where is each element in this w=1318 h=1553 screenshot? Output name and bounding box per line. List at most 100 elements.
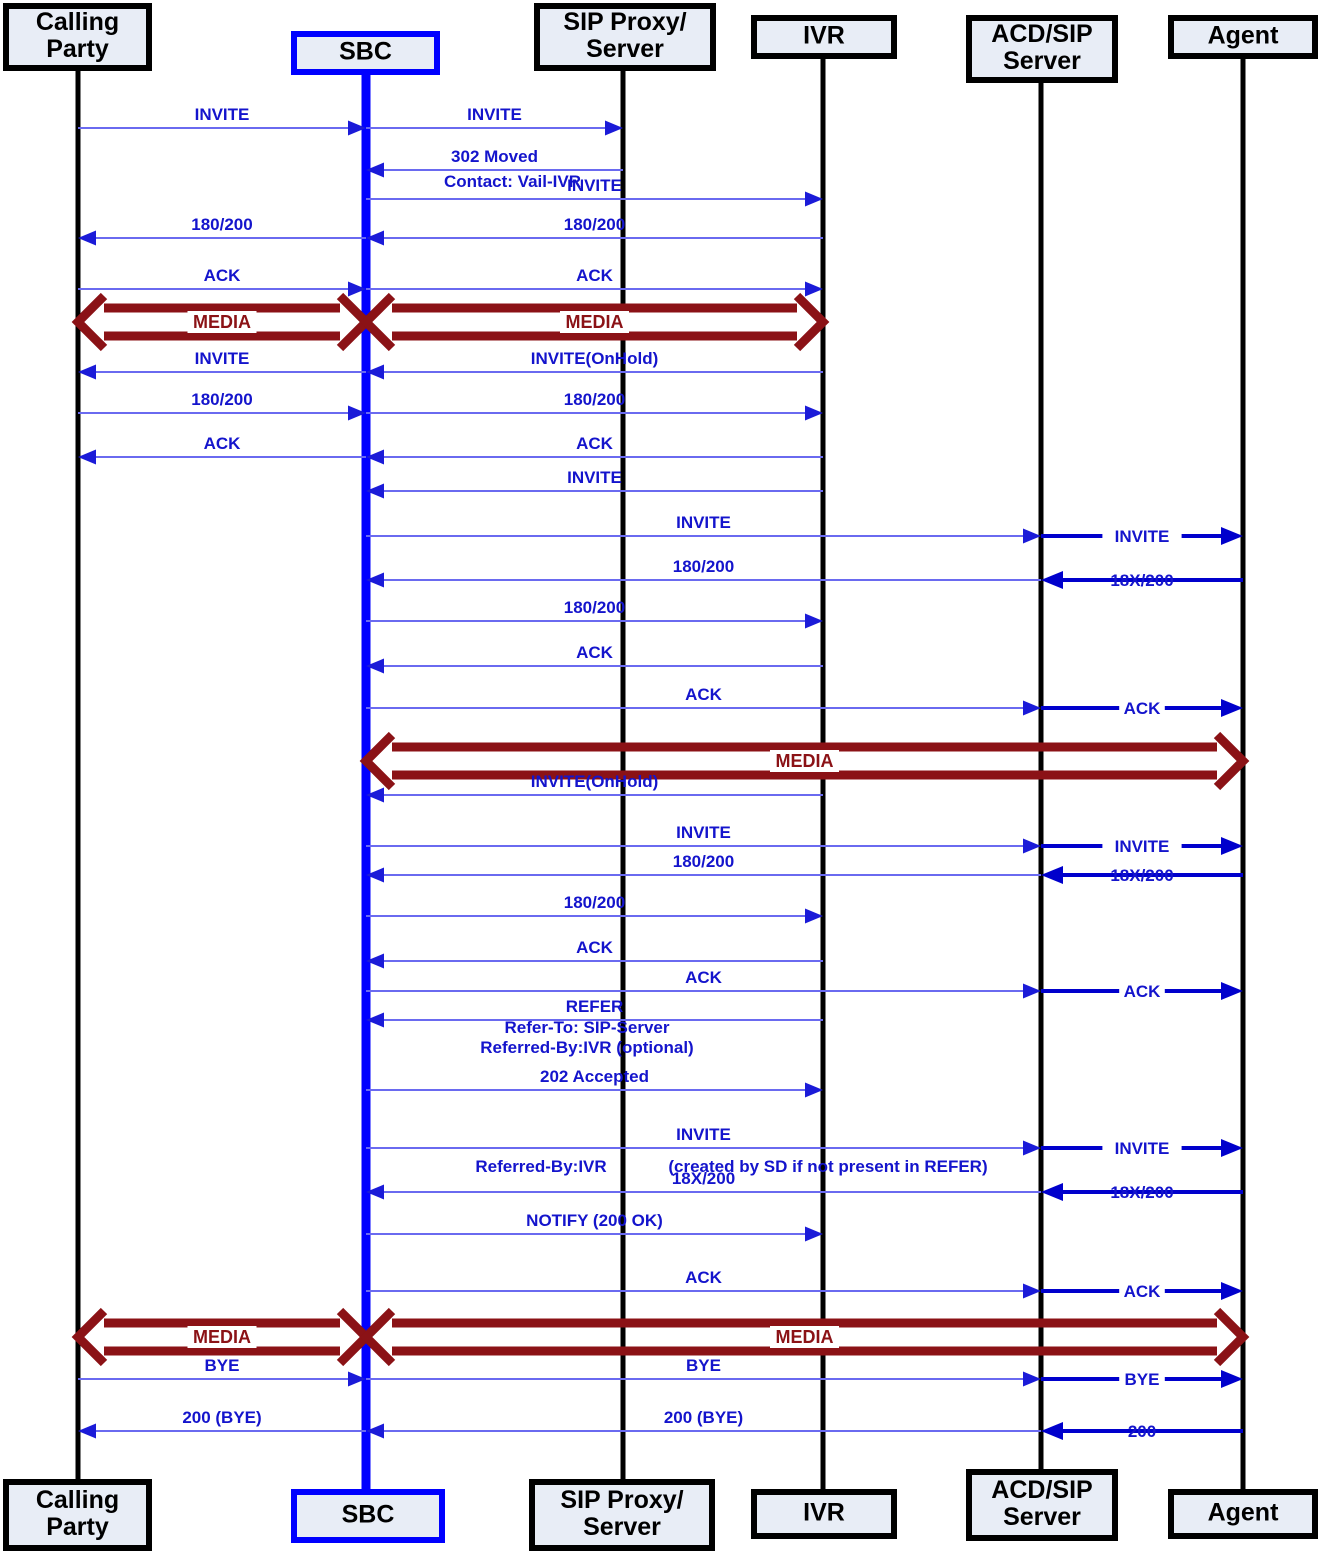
message-arrowhead	[78, 230, 96, 246]
message-label: INVITE	[1115, 837, 1170, 856]
message-label: ACK	[685, 968, 723, 987]
sip-message: INVITE	[78, 349, 366, 380]
message-arrowhead	[1023, 528, 1041, 544]
sip-message: ACK	[366, 938, 823, 969]
message-label: 180/200	[673, 557, 734, 576]
sip-message: INVITE	[366, 513, 1041, 544]
message-label: 200 (BYE)	[664, 1408, 743, 1427]
participant-label: Server	[1003, 1503, 1081, 1531]
message-arrowhead	[78, 449, 96, 465]
sip-message: INVITE	[1041, 1139, 1243, 1158]
sequence-diagram-canvas: MEDIA MEDIA MEDIA MEDIA MEDIA INVITE INVITE 30…	[3, 3, 1318, 1551]
sip-message: 180/200	[366, 215, 823, 246]
message-label: INVITE	[195, 105, 250, 124]
annotation-text: (created by SD if not present in REFER)	[668, 1157, 987, 1176]
sip-message: ACK	[366, 1268, 1041, 1299]
message-label: INVITE	[467, 105, 522, 124]
media-head-right	[1213, 1307, 1250, 1367]
message-arrowhead	[1023, 1371, 1041, 1387]
sip-message: BYE	[1041, 1370, 1243, 1389]
message-label: 200 (BYE)	[182, 1408, 261, 1427]
participant-box-calling-footer[interactable]: CallingParty	[3, 1479, 152, 1551]
participant-box-acd-footer[interactable]: ACD/SIPServer	[966, 1469, 1118, 1541]
message-label: BYE	[1125, 1370, 1160, 1389]
participant-label: Server	[1003, 47, 1081, 75]
sip-message: INVITE	[366, 823, 1041, 854]
sip-message: 180/200	[366, 598, 823, 629]
participant-label: SIP Proxy/	[560, 1486, 683, 1514]
sip-message: 180/200	[366, 893, 823, 924]
sip-message: 18X/200	[1041, 866, 1243, 885]
participant-label: Calling	[36, 8, 119, 36]
sip-message: 18X/200	[1041, 571, 1243, 590]
message-label: ACK	[204, 266, 242, 285]
sip-message: ACK	[1041, 699, 1243, 718]
message-label: 302 Moved	[451, 147, 538, 166]
message-label: 180/200	[191, 215, 252, 234]
participant-label: IVR	[803, 22, 845, 50]
message-arrowhead	[1221, 982, 1243, 1000]
sip-message: 180/200	[366, 557, 1041, 588]
sip-message: ACK	[1041, 982, 1243, 1001]
message-label: 200	[1128, 1422, 1156, 1441]
participant-label: Agent	[1208, 1499, 1280, 1527]
message-label: BYE	[205, 1356, 240, 1375]
message-arrowhead	[805, 405, 823, 421]
sip-message: INVITE	[1041, 527, 1243, 546]
participant-box-ivr-header[interactable]: IVR	[751, 15, 897, 59]
participant-box-ivr-footer[interactable]: IVR	[751, 1489, 897, 1539]
message-label: ACK	[1124, 982, 1162, 1001]
sip-message: ACK	[78, 434, 366, 465]
message-arrowhead	[1221, 1139, 1243, 1157]
message-arrowhead	[1023, 700, 1041, 716]
sip-message: 180/200	[366, 390, 823, 421]
message-label: INVITE	[676, 513, 731, 532]
message-label: ACK	[576, 434, 614, 453]
sip-message: 180/200	[366, 852, 1041, 883]
sip-message: INVITE	[1041, 837, 1243, 856]
message-label: NOTIFY (200 OK)	[526, 1211, 663, 1230]
message-label: INVITE	[676, 1125, 731, 1144]
participant-box-agent-header[interactable]: Agent	[1168, 15, 1318, 59]
participant-label: Agent	[1208, 22, 1280, 50]
participant-box-proxy-header[interactable]: SIP Proxy/Server	[534, 3, 716, 71]
sip-message: ACK	[366, 968, 1041, 999]
message-arrowhead	[1023, 1283, 1041, 1299]
message-label: 18X/200	[1110, 571, 1173, 590]
message-arrowhead	[1023, 838, 1041, 854]
sip-message: 180/200	[78, 215, 366, 246]
message-label: ACK	[1124, 1282, 1162, 1301]
message-arrowhead	[1041, 571, 1063, 589]
participant-box-agent-footer[interactable]: Agent	[1168, 1489, 1318, 1539]
participant-box-acd-header[interactable]: ACD/SIPServer	[966, 15, 1118, 83]
media-label: MEDIA	[193, 1327, 251, 1347]
participant-box-sbc-header[interactable]: SBC	[291, 31, 440, 75]
message-arrowhead	[805, 1226, 823, 1242]
annotation-layer: Refer-To: SIP-ServerReferred-By:IVR (opt…	[475, 1018, 987, 1176]
participant-box-proxy-footer[interactable]: SIP Proxy/Server	[529, 1479, 715, 1551]
participant-box-calling-header[interactable]: CallingParty	[3, 3, 152, 71]
message-label: 180/200	[191, 390, 252, 409]
sip-message: 18X/200	[1041, 1183, 1243, 1202]
message-label: INVITE	[567, 176, 622, 195]
message-label: ACK	[576, 643, 614, 662]
message-label: ACK	[685, 1268, 723, 1287]
sip-message: 200 (BYE)	[366, 1408, 1041, 1439]
message-label: 180/200	[564, 215, 625, 234]
message-label: 202 Accepted	[540, 1067, 649, 1086]
message-arrowhead	[1221, 1370, 1243, 1388]
message-arrowhead	[1221, 527, 1243, 545]
message-label: ACK	[685, 685, 723, 704]
sip-message: ACK	[78, 266, 366, 297]
message-arrowhead	[1221, 699, 1243, 717]
participant-box-sbc-footer[interactable]: SBC	[291, 1489, 445, 1543]
sip-message: NOTIFY (200 OK)	[366, 1211, 823, 1242]
message-label: 180/200	[564, 598, 625, 617]
message-label: ACK	[204, 434, 242, 453]
message-label: REFER	[566, 997, 624, 1016]
message-label: INVITE	[567, 468, 622, 487]
media-head-right	[793, 292, 830, 352]
sip-message: 200	[1041, 1422, 1243, 1441]
sip-message: INVITE	[366, 468, 823, 499]
message-arrowhead	[78, 364, 96, 380]
